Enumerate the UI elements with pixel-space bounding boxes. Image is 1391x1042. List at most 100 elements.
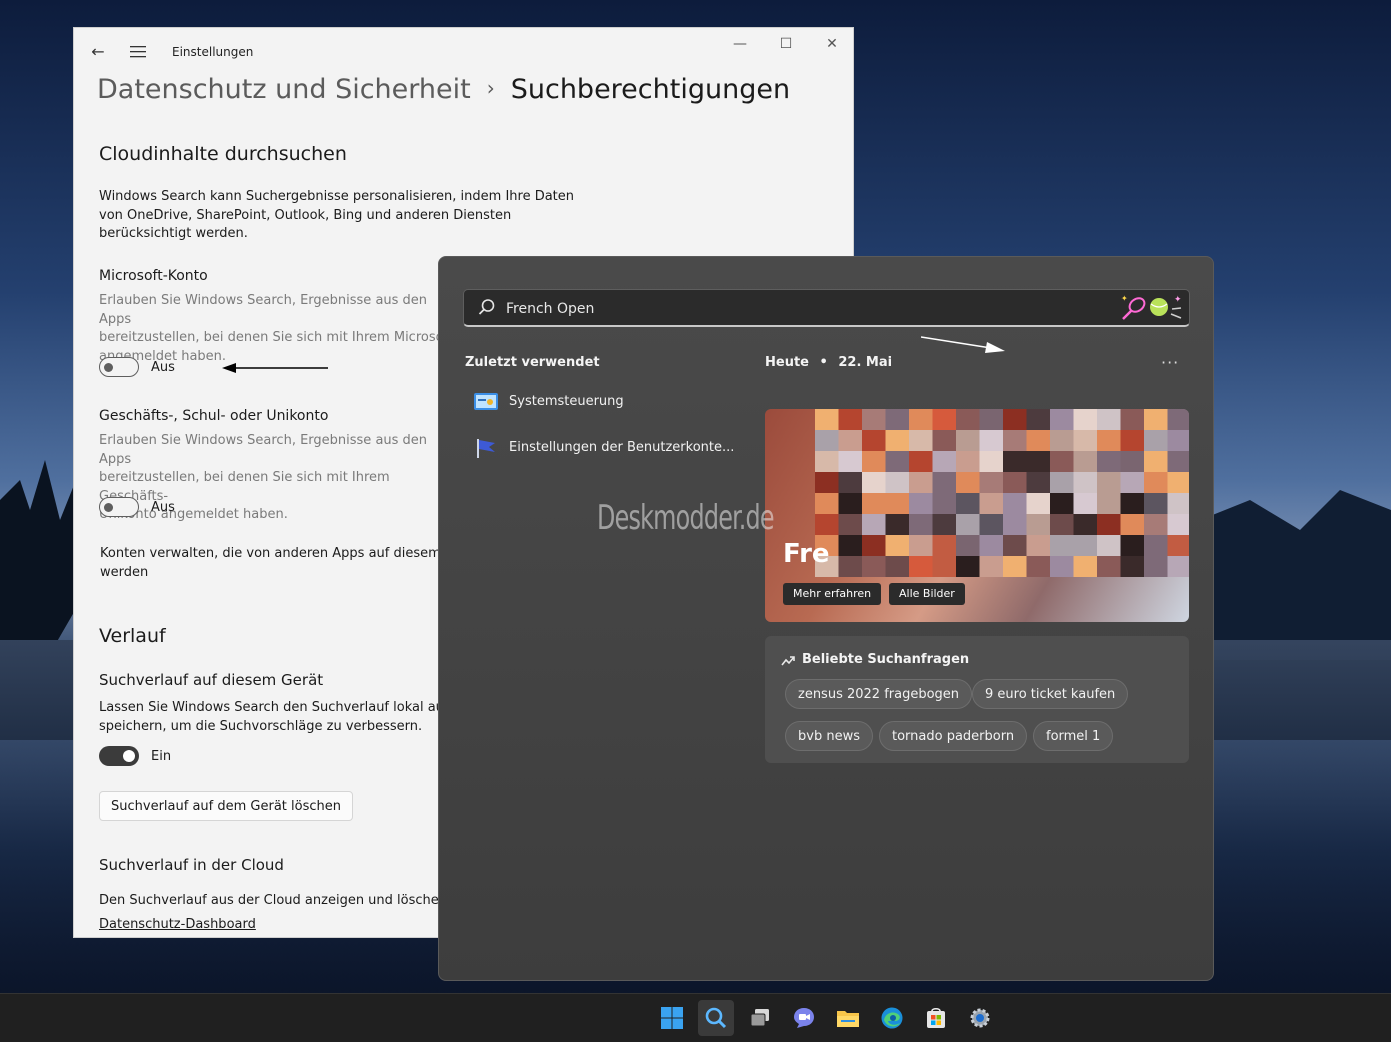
chat-icon[interactable] — [786, 1000, 822, 1036]
mosaic-tile — [1026, 430, 1051, 452]
mosaic-tile — [1073, 472, 1098, 494]
mosaic-tile — [1097, 409, 1121, 431]
annotation-arrow-icon — [921, 336, 1005, 353]
mosaic-tile — [815, 430, 839, 452]
edge-icon[interactable] — [874, 1000, 910, 1036]
mosaic-tile — [1144, 451, 1168, 473]
cloud-heading: Cloudinhalte durchsuchen — [99, 143, 347, 165]
mosaic-tile — [1144, 535, 1168, 557]
popular-chip[interactable]: bvb news — [785, 721, 873, 751]
mosaic-tile — [956, 556, 980, 577]
ms-desc-line: Erlauben Sie Windows Search, Ergebnisse … — [99, 293, 428, 327]
privacy-dashboard-link[interactable]: Datenschutz-Dashboard — [99, 917, 256, 932]
recent-item-user-accounts[interactable]: Einstellungen der Benutzerkonte... — [465, 433, 755, 467]
mosaic-tile — [1097, 535, 1121, 557]
work-desc-line: Erlauben Sie Windows Search, Ergebnisse … — [99, 433, 428, 467]
mosaic-tile — [885, 409, 910, 431]
popular-searches-panel: Beliebte Suchanfragen zensus 2022 frageb… — [765, 636, 1189, 763]
mosaic-tile — [1167, 535, 1189, 557]
work-account-toggle-state: Aus — [151, 500, 175, 515]
mosaic-tile — [838, 556, 863, 577]
recent-item-label: Einstellungen der Benutzerkonte... — [509, 440, 735, 455]
store-icon[interactable] — [918, 1000, 954, 1036]
mosaic-tile — [1050, 472, 1074, 494]
mosaic-tile — [885, 472, 910, 494]
mosaic-tile — [1003, 493, 1027, 515]
mosaic-tile — [909, 556, 933, 577]
mosaic-tile — [956, 451, 980, 473]
manage-accounts-text[interactable]: Konten verwalten, die von anderen Apps a… — [100, 545, 463, 582]
mosaic-tile — [979, 472, 1004, 494]
mosaic-tile — [1003, 409, 1027, 431]
search-input[interactable] — [504, 297, 1068, 321]
cloud-description: Windows Search kann Suchergebnisse perso… — [99, 188, 574, 244]
app-title: Einstellungen — [172, 45, 254, 59]
mosaic-tile — [979, 409, 1004, 431]
clear-history-button[interactable]: Suchverlauf auf dem Gerät löschen — [99, 791, 353, 821]
mosaic-tile — [909, 535, 933, 557]
mosaic-tile — [838, 409, 863, 431]
today-heading: Heute • 22. Mai — [765, 355, 892, 370]
mosaic-tile — [1120, 493, 1145, 515]
mosaic-tile — [1050, 514, 1074, 536]
tennis-doodle-icon: ✦ ✦ — [1121, 294, 1182, 320]
maximize-button[interactable]: ☐ — [766, 34, 806, 54]
minimize-button[interactable]: — — [720, 34, 760, 54]
mosaic-tile — [909, 514, 933, 536]
recent-item-systemsteuerung[interactable]: Systemsteuerung — [465, 387, 745, 421]
mosaic-tile — [932, 451, 957, 473]
menu-icon[interactable] — [126, 40, 150, 64]
ms-account-toggle[interactable] — [99, 357, 139, 377]
more-options-icon[interactable]: ··· — [1161, 353, 1179, 372]
mosaic-tile — [815, 451, 839, 473]
task-view-icon[interactable] — [742, 1000, 778, 1036]
mosaic-tile — [956, 493, 980, 515]
popular-chip[interactable]: formel 1 — [1033, 721, 1114, 751]
mosaic-tile — [815, 514, 839, 536]
device-history-label: Suchverlauf auf diesem Gerät — [99, 671, 324, 689]
all-images-button[interactable]: Alle Bilder — [889, 583, 965, 605]
mosaic-tile — [1073, 430, 1098, 452]
cloud-desc-line: berücksichtigt werden. — [99, 226, 248, 241]
search-box[interactable]: ✦ ✦ — [463, 289, 1190, 327]
back-arrow-icon[interactable]: ← — [86, 40, 110, 64]
mosaic-tile — [1073, 493, 1098, 515]
separator-dot: • — [819, 355, 828, 370]
search-taskbar-icon[interactable] — [698, 1000, 734, 1036]
file-explorer-icon[interactable] — [830, 1000, 866, 1036]
mosaic-tile — [862, 493, 886, 515]
recent-item-label: Systemsteuerung — [509, 394, 624, 409]
ms-desc-line: bereitzustellen, bei denen Sie sich mit … — [99, 330, 458, 345]
mosaic-tile — [1097, 430, 1121, 452]
mosaic-tile — [909, 430, 933, 452]
cloud-desc-line: Windows Search kann Suchergebnisse perso… — [99, 189, 575, 204]
settings-icon[interactable] — [962, 1000, 998, 1036]
mosaic-tile — [909, 409, 933, 431]
start-icon[interactable] — [654, 1000, 690, 1036]
close-button[interactable]: ✕ — [812, 34, 852, 54]
mosaic-tile — [838, 535, 863, 557]
device-history-toggle[interactable] — [99, 746, 139, 766]
mosaic-tile — [838, 430, 863, 452]
highlight-card[interactable]: Fre Mehr erfahren Alle Bilder — [765, 409, 1189, 622]
chevron-right-icon: › — [486, 76, 495, 100]
mosaic-tile — [1097, 493, 1121, 515]
mosaic-tile — [815, 472, 839, 494]
mosaic-tile — [1120, 430, 1145, 452]
popular-chip[interactable]: tornado paderborn — [879, 721, 1028, 751]
mosaic-tile — [932, 493, 957, 515]
work-account-toggle[interactable] — [99, 497, 139, 517]
device-desc-line: speichern, um die Suchvorschläge zu verb… — [99, 718, 423, 734]
popular-chip[interactable]: zensus 2022 fragebogen — [785, 679, 973, 709]
mosaic-tile — [1167, 514, 1189, 536]
breadcrumb-parent[interactable]: Datenschutz und Sicherheit — [97, 74, 471, 105]
popular-chip[interactable]: 9 euro ticket kaufen — [972, 679, 1129, 709]
learn-more-button[interactable]: Mehr erfahren — [783, 583, 882, 605]
mosaic-tile — [1073, 535, 1098, 557]
search-icon — [478, 299, 495, 315]
mosaic-tile — [815, 493, 839, 515]
history-heading: Verlauf — [99, 625, 166, 647]
page-title: Suchberechtigungen — [510, 74, 791, 105]
taskbar — [0, 993, 1391, 1042]
mosaic-tile — [956, 409, 980, 431]
